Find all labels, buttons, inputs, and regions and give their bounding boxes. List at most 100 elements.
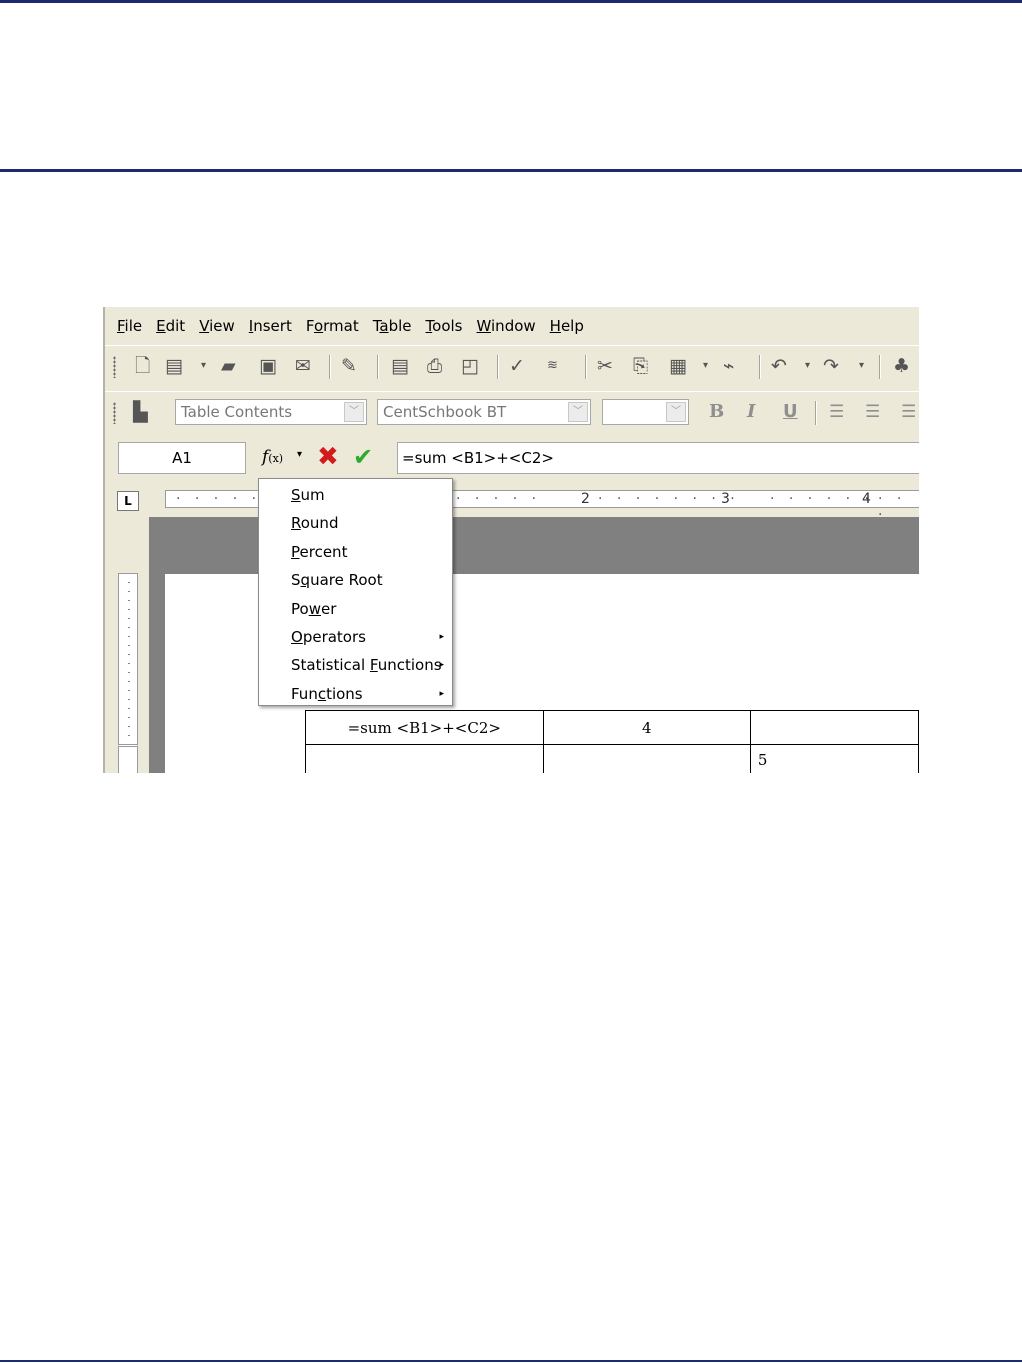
page-preview-icon[interactable]: ◰ [461, 355, 479, 377]
menu-item-insert[interactable]: Insert [249, 317, 292, 335]
autospellcheck-icon[interactable]: ≋ [547, 355, 558, 377]
align-center-icon[interactable]: ☰ [865, 401, 880, 423]
menu-bar: File Edit View Insert Format Table Tools Window… [105, 307, 919, 345]
menu-label-part: tions [326, 684, 363, 703]
formula-fx-icon[interactable]: f(x) [262, 447, 283, 467]
menu-label-part: uare Root [310, 571, 383, 590]
menu-item-format[interactable]: Format [306, 317, 359, 335]
formula-menu-item-power[interactable]: Power [291, 595, 336, 623]
menu-label-part: rmat [323, 317, 359, 335]
formula-input[interactable]: =sum <B1>+<C2> [397, 442, 919, 474]
menu-accelerator: O [291, 628, 303, 646]
submenu-arrow-icon: ▸ [439, 688, 444, 699]
chevron-down-icon[interactable]: ▾ [805, 355, 810, 377]
menu-label-part: ile [124, 317, 143, 335]
align-right-icon[interactable]: ☰ [901, 401, 916, 423]
formula-menu-item-sum[interactable]: Sum [291, 481, 325, 509]
formula-menu-item-operators[interactable]: Operators [291, 623, 366, 651]
menu-item-view[interactable]: View [199, 317, 235, 335]
templates-icon[interactable]: ▤ [165, 355, 183, 377]
chevron-down-icon[interactable]: ▾ [297, 449, 302, 460]
copy-icon[interactable]: ⎘ [633, 355, 648, 377]
redo-icon[interactable]: ↷ [823, 355, 839, 377]
toolbar-separator [879, 355, 881, 379]
table-cell-a1[interactable]: =sum <B1>+<C2> [305, 710, 544, 745]
cell-reference-box[interactable]: A1 [118, 442, 246, 474]
table-cell-a2[interactable] [305, 744, 544, 773]
print-icon[interactable]: ⎙ [427, 355, 442, 377]
menu-label-part: F [305, 317, 314, 335]
spellcheck-icon[interactable]: ✓ [509, 355, 525, 377]
formula-menu-item-statistical-functions[interactable]: Statistical Functions [291, 651, 442, 679]
menu-accelerator: V [199, 317, 210, 335]
tab-stop-selector[interactable]: L [117, 491, 139, 511]
table-row: 5 [305, 744, 919, 773]
chevron-down-icon[interactable]: ▾ [859, 355, 864, 377]
toolbar-separator [815, 401, 817, 425]
styles-formatting-icon[interactable]: ▙ [133, 401, 148, 423]
toolbar-separator [759, 355, 761, 379]
menu-item-help[interactable]: Help [550, 317, 584, 335]
menu-accelerator: E [156, 317, 166, 335]
table-cell-b2[interactable] [542, 744, 751, 773]
vertical-ruler-lower[interactable] [118, 744, 138, 773]
export-pdf-icon[interactable]: ▤ [391, 355, 409, 377]
paragraph-style-value: Table Contents [181, 403, 293, 421]
menu-accelerator: H [549, 317, 561, 335]
toolbar-grip[interactable] [113, 402, 116, 424]
formula-menu-item-functions[interactable]: Functions [291, 680, 363, 708]
underline-button[interactable]: U [783, 401, 798, 422]
save-icon[interactable]: ▣ [259, 355, 277, 377]
submenu-arrow-icon: ▸ [439, 632, 444, 642]
toolbar-grip[interactable] [113, 356, 116, 378]
menu-item-tools[interactable]: Tools [426, 317, 463, 335]
toolbar-separator [377, 355, 379, 379]
accept-icon[interactable]: ✔ [353, 442, 373, 472]
font-name-select[interactable]: CentSchbook BT ﹀ [377, 399, 591, 425]
header-rule-top [0, 0, 1022, 3]
undo-icon[interactable]: ↶ [771, 355, 787, 377]
menu-label-part: Statistical [291, 656, 370, 675]
menu-item-table[interactable]: Table [373, 317, 412, 335]
email-icon[interactable]: ✉ [295, 355, 311, 377]
vertical-ruler[interactable] [118, 573, 138, 773]
menu-label-part: ound [300, 514, 339, 533]
cut-icon[interactable]: ✂ [597, 355, 613, 377]
menu-accelerator: P [291, 542, 300, 561]
menu-item-edit[interactable]: Edit [156, 317, 185, 335]
formula-menu-item-square-root[interactable]: Square Root [291, 566, 383, 594]
chevron-down-icon[interactable]: ﹀ [568, 402, 588, 422]
bold-button[interactable]: B [709, 401, 724, 422]
edit-file-icon[interactable]: ✎ [341, 355, 357, 377]
menu-accelerator: o [313, 317, 324, 335]
menu-accelerator: F [117, 317, 125, 335]
paste-icon[interactable]: ▦ [669, 355, 687, 377]
menu-label-part: S [291, 571, 301, 590]
menu-accelerator: c [317, 684, 327, 703]
chevron-down-icon[interactable]: ▾ [201, 355, 206, 377]
align-left-icon[interactable]: ☰ [829, 401, 844, 423]
header-rule-bottom [0, 169, 1022, 172]
navigator-icon[interactable]: ♣ [893, 355, 910, 377]
cancel-icon[interactable]: ✖ [317, 442, 339, 472]
table-cell-c2[interactable]: 5 [749, 744, 919, 773]
format-paintbrush-icon[interactable]: ⌁ [723, 355, 734, 377]
font-size-select[interactable]: ﹀ [602, 399, 689, 425]
menu-item-window[interactable]: Window [477, 317, 536, 335]
formatting-toolbar: ▙ Table Contents ﹀ CentSchbook BT ﹀ ﹀ B … [105, 391, 919, 434]
table-cell-b1[interactable]: 4 [542, 710, 751, 745]
menu-item-file[interactable]: File [117, 317, 142, 335]
formula-bar: A1 f(x) ▾ ✖ ✔ =sum <B1>+<C2> [105, 437, 919, 479]
menu-accelerator: w [308, 599, 321, 618]
paragraph-style-select[interactable]: Table Contents ﹀ [175, 399, 367, 425]
new-document-icon[interactable]: 🗋 [135, 355, 150, 377]
chevron-down-icon[interactable]: ▾ [703, 355, 708, 377]
open-folder-icon[interactable]: ▰ [221, 355, 236, 377]
chevron-down-icon[interactable]: ﹀ [666, 402, 686, 422]
table-cell-c1[interactable] [749, 710, 919, 745]
formula-menu-item-percent[interactable]: Percent [291, 538, 347, 566]
toolbar-separator [497, 355, 499, 379]
italic-button[interactable]: I [747, 401, 755, 422]
chevron-down-icon[interactable]: ﹀ [344, 402, 364, 422]
formula-menu-item-round[interactable]: Round [291, 509, 338, 537]
